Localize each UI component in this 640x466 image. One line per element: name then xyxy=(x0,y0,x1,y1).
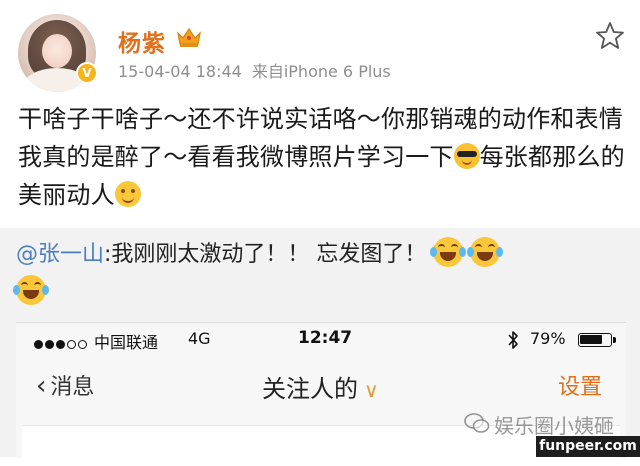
feed-filter-dropdown[interactable]: 关注人的 ∨ xyxy=(262,369,379,404)
star-icon[interactable] xyxy=(594,20,626,52)
network-label: 4G xyxy=(188,329,211,348)
chevron-left-icon: ‹ xyxy=(36,371,47,401)
back-button[interactable]: ‹ 消息 xyxy=(36,369,94,401)
author-name[interactable]: 杨紫 xyxy=(118,24,166,58)
battery-percent: 79% xyxy=(530,329,566,348)
post-meta: 15-04-04 18:44 来自iPhone 6 Plus xyxy=(118,58,391,82)
comment-text: :我刚刚太激动了！！ 忘发图了！ xyxy=(104,242,427,267)
sunglasses-emoji xyxy=(453,143,480,169)
laugh-cry-emoji xyxy=(13,275,49,305)
signal-dots-icon xyxy=(34,334,89,353)
verified-icon: V xyxy=(76,62,98,84)
site-watermark: funpeer.com xyxy=(536,436,640,457)
back-label: 消息 xyxy=(50,375,95,400)
post-text: 干啥子干啥子～还不许说实话咯～你那销魂的动作和表情我真的是醉了～看看我微博照片学… xyxy=(18,100,628,214)
post-timestamp: 15-04-04 18:44 xyxy=(118,62,242,81)
nav-title: 关注人的 xyxy=(262,375,358,403)
chevron-down-icon: ∨ xyxy=(364,378,379,402)
nav-bar: ‹ 消息 关注人的 ∨ 设置 xyxy=(16,357,626,417)
wechat-icon xyxy=(464,413,490,433)
status-bar: 中国联通 4G 12:47 79% xyxy=(16,323,626,357)
settings-button[interactable]: 设置 xyxy=(558,369,602,401)
smile-emoji xyxy=(114,181,141,207)
laugh-cry-emoji xyxy=(430,237,467,267)
wechat-watermark: 娱乐圈小姨砸 xyxy=(494,414,614,438)
carrier-label: 中国联通 xyxy=(94,333,159,352)
crown-icon xyxy=(177,27,201,47)
laugh-cry-emoji xyxy=(467,237,504,267)
battery-icon xyxy=(578,333,616,347)
post-source[interactable]: 来自iPhone 6 Plus xyxy=(252,62,391,81)
status-time: 12:47 xyxy=(298,328,353,348)
bluetooth-icon xyxy=(508,331,518,349)
repost-comment: @张一山:我刚刚太激动了！！ 忘发图了！ xyxy=(13,236,626,312)
avatar-face xyxy=(42,34,72,68)
weibo-post: V 杨紫 15-04-04 18:44 来自iPhone 6 Plus 干啥子干啥… xyxy=(0,0,640,228)
mention-link[interactable]: @张一山 xyxy=(16,242,104,267)
